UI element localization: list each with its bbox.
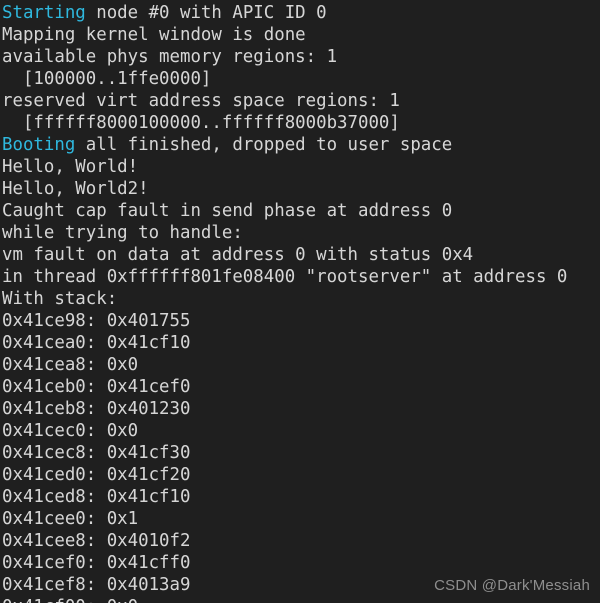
console-line: Starting node #0 with APIC ID 0 [2,2,600,24]
console-line: 0x41cef0: 0x41cff0 [2,552,600,574]
console-line: With stack: [2,288,600,310]
console-text: With stack: [2,289,118,309]
console-text: in thread 0xffffff801fe08400 "rootserver… [2,267,568,287]
console-line: 0x41cee8: 0x4010f2 [2,530,600,552]
console-keyword: Booting [2,135,76,155]
console-text: Hello, World2! [2,179,149,199]
console-line: 0x41cee0: 0x1 [2,508,600,530]
console-line: 0x41ceb8: 0x401230 [2,398,600,420]
console-line: Hello, World! [2,156,600,178]
console-text: 0x41cea8: 0x0 [2,355,139,375]
console-text: node #0 with APIC ID 0 [85,3,327,23]
console-line: 0x41ced8: 0x41cf10 [2,486,600,508]
console-line: available phys memory regions: 1 [2,46,600,68]
console-text: [ffffff8000100000..ffffff8000b37000] [2,113,400,133]
console-keyword: Starting [2,3,86,23]
console-text: Mapping kernel window is done [2,25,306,45]
console-text: 0x41ceb8: 0x401230 [2,399,191,419]
watermark-label: CSDN @Dark'Messiah [434,577,590,594]
terminal-window[interactable]: Starting node #0 with APIC ID 0 Mapping k… [0,0,600,603]
console-line: while trying to handle: [2,222,600,244]
console-text: 0x41cef8: 0x4013a9 [2,575,191,595]
console-line: Hello, World2! [2,178,600,200]
console-line: 0x41ce98: 0x401755 [2,310,600,332]
console-text: 0x41ce98: 0x401755 [2,311,191,331]
console-line: vm fault on data at address 0 with statu… [2,244,600,266]
console-text: 0x41ceb0: 0x41cef0 [2,377,191,397]
console-text: [100000..1ffe0000] [2,69,212,89]
console-text: 0x41cef0: 0x41cff0 [2,553,191,573]
console-line: 0x41cf00: 0x0 [2,596,600,603]
console-text: 0x41ced8: 0x41cf10 [2,487,191,507]
console-text: 0x41ced0: 0x41cf20 [2,465,191,485]
console-line: [ffffff8000100000..ffffff8000b37000] [2,112,600,134]
console-text: while trying to handle: [2,223,243,243]
console-text: Caught cap fault in send phase at addres… [2,201,453,221]
console-line: 0x41cea8: 0x0 [2,354,600,376]
console-line: 0x41ced0: 0x41cf20 [2,464,600,486]
console-line: Booting all finished, dropped to user sp… [2,134,600,156]
console-line: Caught cap fault in send phase at addres… [2,200,600,222]
console-text: 0x41cee0: 0x1 [2,509,139,529]
console-text: available phys memory regions: 1 [2,47,338,67]
console-text: 0x41cee8: 0x4010f2 [2,531,191,551]
console-text: 0x41cf00: 0x0 [2,597,138,603]
console-line: reserved virt address space regions: 1 [2,90,600,112]
console-text: 0x41cea0: 0x41cf10 [2,333,191,353]
console-text: all finished, dropped to user space [75,135,453,155]
console-output: Starting node #0 with APIC ID 0 Mapping k… [2,2,600,603]
console-line: 0x41cea0: 0x41cf10 [2,332,600,354]
console-text: reserved virt address space regions: 1 [2,91,400,111]
console-line: 0x41cec0: 0x0 [2,420,600,442]
console-line: Mapping kernel window is done [2,24,600,46]
console-text: vm fault on data at address 0 with statu… [2,245,474,265]
console-line: 0x41cec8: 0x41cf30 [2,442,600,464]
console-text: Hello, World! [2,157,139,177]
console-text: 0x41cec0: 0x0 [2,421,139,441]
console-text: 0x41cec8: 0x41cf30 [2,443,191,463]
console-line: in thread 0xffffff801fe08400 "rootserver… [2,266,600,288]
console-line: 0x41ceb0: 0x41cef0 [2,376,600,398]
console-line: [100000..1ffe0000] [2,68,600,90]
